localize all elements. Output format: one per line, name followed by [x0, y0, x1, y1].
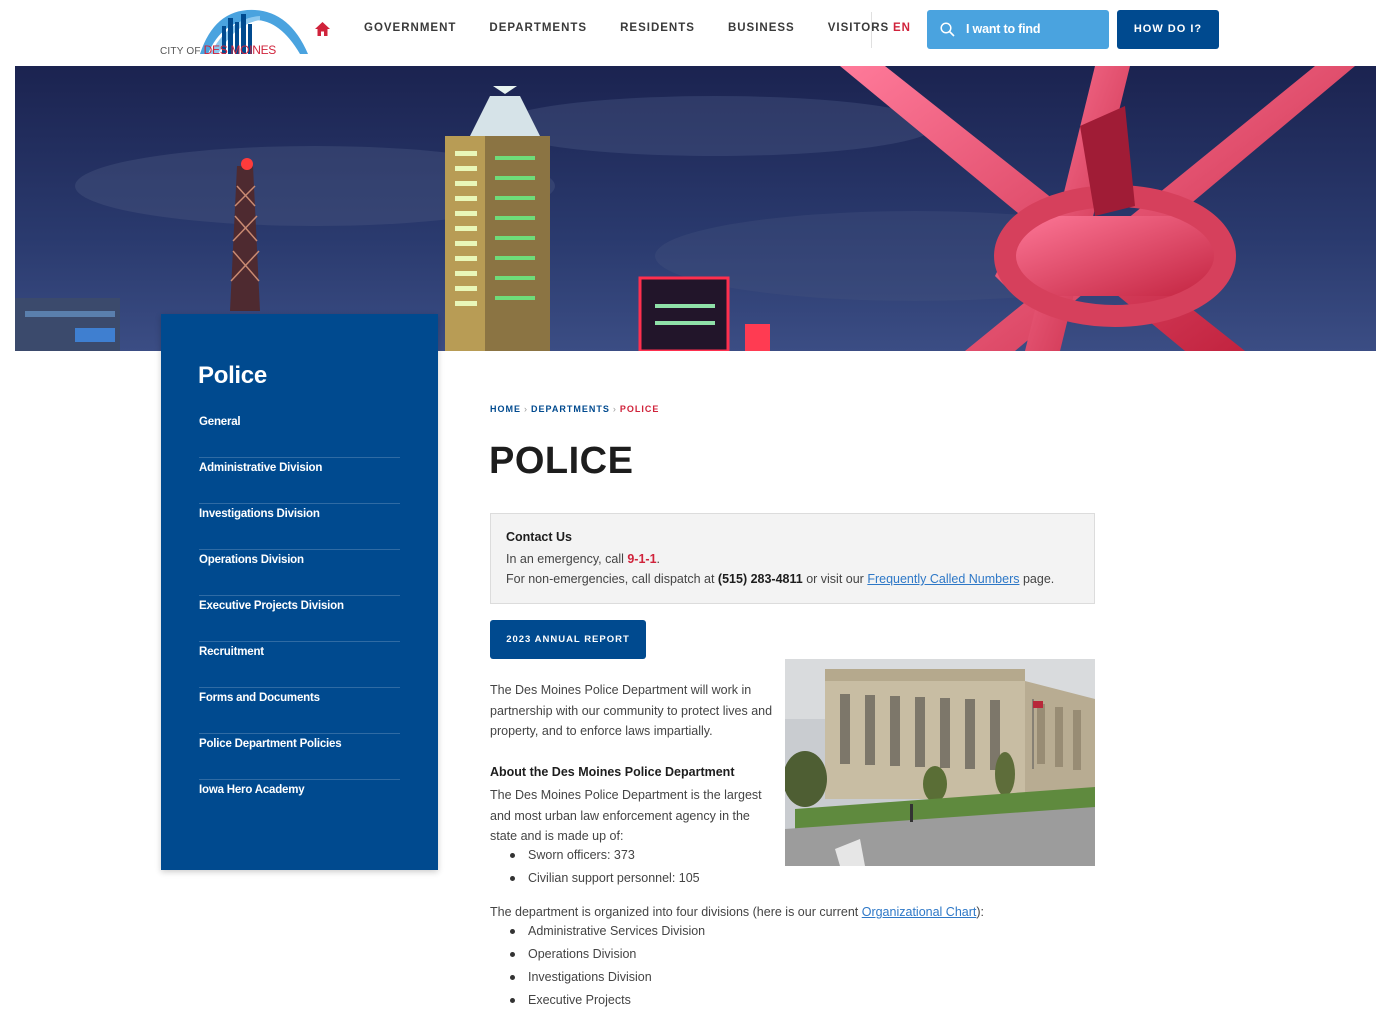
home-icon[interactable]	[314, 21, 331, 37]
contact-title: Contact Us	[506, 530, 572, 544]
sidebar-item-forms-and-documents[interactable]: Forms and Documents	[199, 688, 400, 734]
site-header: CITY OF DES MOINES GOVERNMENT DEPARTMENT…	[0, 0, 1389, 66]
nav-residents[interactable]: RESIDENTS	[620, 22, 695, 34]
organizational-chart-link[interactable]: Organizational Chart	[862, 905, 977, 919]
nav-business[interactable]: BUSINESS	[728, 22, 795, 34]
breadcrumb: HOME › DEPARTMENTS › POLICE	[490, 404, 659, 414]
search-placeholder: I want to find	[966, 22, 1041, 36]
nav-departments[interactable]: DEPARTMENTS	[489, 22, 587, 34]
page-title: POLICE	[489, 440, 634, 482]
emergency-prefix: In an emergency, call	[506, 552, 628, 566]
nav-government[interactable]: GOVERNMENT	[364, 22, 456, 34]
search-icon	[940, 22, 955, 37]
list-item: Operations Division	[510, 944, 810, 967]
sidebar-item-iowa-hero-academy[interactable]: Iowa Hero Academy	[199, 780, 400, 826]
sidebar-item-recruitment[interactable]: Recruitment	[199, 642, 400, 688]
sidebar-item-operations-division[interactable]: Operations Division	[199, 550, 400, 596]
non-emergency-prefix: For non-emergencies, call dispatch at	[506, 572, 718, 586]
intro-paragraph: The Des Moines Police Department will wo…	[490, 683, 773, 738]
language-selector[interactable]: EN	[893, 22, 911, 34]
emergency-number: 9-1-1	[627, 552, 657, 566]
sidebar-nav: General Administrative Division Investig…	[199, 412, 400, 826]
sidebar-item-general[interactable]: General	[199, 412, 400, 458]
contact-box: Contact Us In an emergency, call 9-1-1. …	[490, 513, 1095, 604]
non-emergency-suffix: page.	[1019, 572, 1055, 586]
divisions-list: Administrative Services Division Operati…	[510, 921, 810, 1013]
about-heading: About the Des Moines Police Department	[490, 765, 735, 779]
divisions-prefix: The department is organized into four di…	[490, 905, 862, 919]
annual-report-button[interactable]: 2023 ANNUAL REPORT	[490, 620, 646, 659]
sidebar-item-investigations-division[interactable]: Investigations Division	[199, 504, 400, 550]
non-emergency-line: For non-emergencies, call dispatch at (5…	[506, 572, 1054, 586]
breadcrumb-separator: ›	[612, 404, 617, 414]
breadcrumb-separator: ›	[524, 404, 528, 414]
logo-text: CITY OF DES MOINES	[160, 43, 277, 57]
hero-image	[15, 66, 1376, 351]
breadcrumb-home[interactable]: HOME	[490, 404, 521, 414]
police-building-photo	[785, 659, 1095, 866]
search-box[interactable]: I want to find	[927, 10, 1109, 49]
emergency-line: In an emergency, call 9-1-1.	[506, 552, 660, 566]
non-emergency-middle: or visit our	[802, 572, 868, 586]
emergency-suffix: .	[656, 552, 661, 566]
main-nav: GOVERNMENT DEPARTMENTS RESIDENTS BUSINES…	[364, 22, 922, 34]
sidebar-item-police-department-policies[interactable]: Police Department Policies	[199, 734, 400, 780]
list-item: Civilian support personnel: 105	[510, 868, 770, 891]
about-paragraph: The Des Moines Police Department is the …	[490, 788, 762, 843]
list-item: Administrative Services Division	[510, 921, 810, 944]
list-item: Investigations Division	[510, 967, 810, 990]
list-item: Executive Projects	[510, 990, 810, 1013]
nav-visitors[interactable]: VISITORS	[828, 22, 889, 34]
breadcrumb-departments[interactable]: DEPARTMENTS	[531, 404, 610, 414]
nav-divider	[871, 12, 872, 48]
list-item: Sworn officers: 373	[510, 845, 770, 868]
how-do-i-button[interactable]: HOW DO I?	[1117, 10, 1219, 49]
sidebar-title[interactable]: Police	[198, 362, 267, 390]
section-sidebar: Police General Administrative Division I…	[161, 314, 438, 870]
dispatch-number: (515) 283-4811	[717, 572, 803, 586]
staff-list: Sworn officers: 373 Civilian support per…	[510, 845, 770, 891]
frequently-called-numbers-link[interactable]: Frequently Called Numbers	[867, 572, 1019, 586]
sidebar-item-executive-projects-division[interactable]: Executive Projects Division	[199, 596, 400, 642]
divisions-paragraph: The department is organized into four di…	[490, 902, 984, 923]
sidebar-item-administrative-division[interactable]: Administrative Division	[199, 458, 400, 504]
divisions-suffix: ):	[976, 905, 985, 919]
breadcrumb-current: POLICE	[619, 404, 660, 414]
